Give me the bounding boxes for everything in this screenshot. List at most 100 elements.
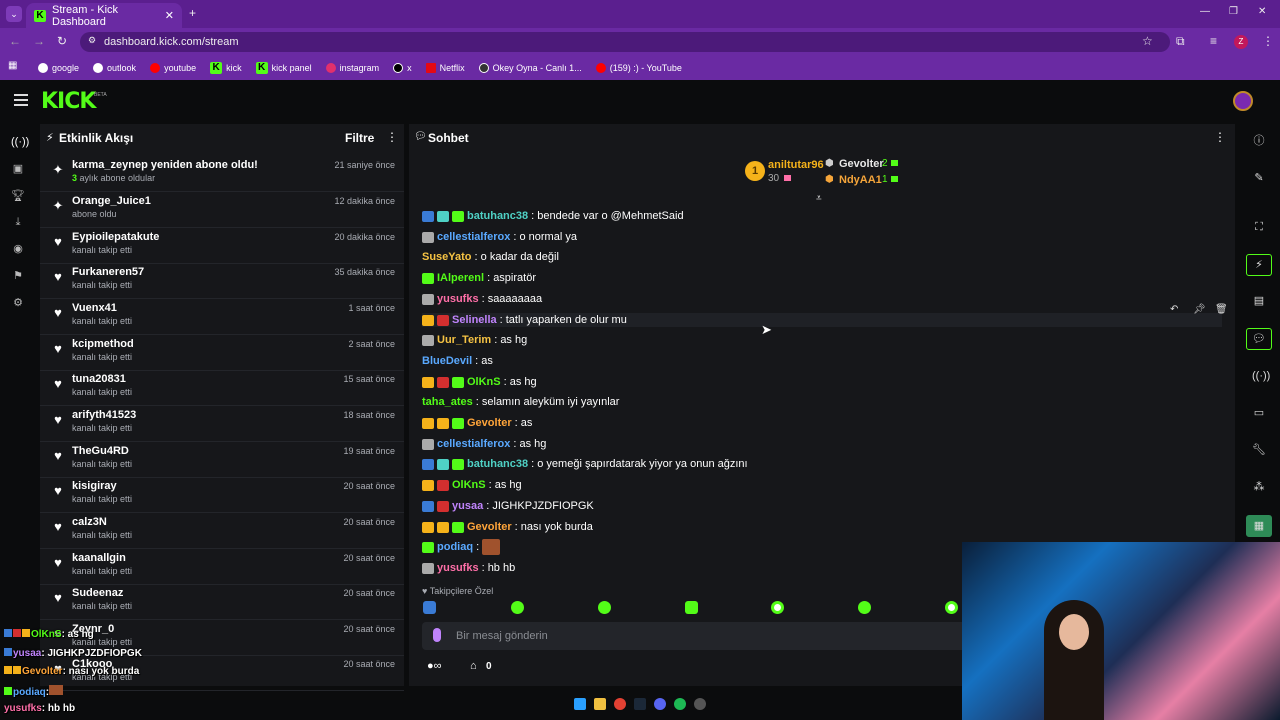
chat-toggle-icon[interactable]: 💬︎ xyxy=(1246,328,1272,350)
bookmark-okey[interactable]: Okey Oyna - Canlı 1... xyxy=(478,63,582,73)
event-username[interactable]: arifyth41523 xyxy=(72,409,136,421)
windows-start-icon[interactable] xyxy=(574,698,586,710)
activity-event[interactable]: ♥ Eypioilepatakute kanalı takip etti 20 … xyxy=(40,229,404,264)
broadcast-status-icon[interactable]: ((·)) xyxy=(1252,369,1270,383)
discord-icon[interactable] xyxy=(654,698,666,710)
chat-message[interactable]: Gevolter: nası yok burda xyxy=(422,520,593,534)
bookmark-instagram[interactable]: instagram xyxy=(325,63,379,73)
activity-event[interactable]: ✦ karma_zeynep yeniden abone oldu! 3 ayl… xyxy=(40,157,404,192)
community-icon[interactable]: ⚑ xyxy=(11,270,25,282)
event-username[interactable]: kaanallgin xyxy=(72,552,126,564)
filter-button[interactable]: Filtre xyxy=(345,131,374,145)
chat-username[interactable]: Gevolter xyxy=(467,417,512,429)
emote-icon[interactable] xyxy=(945,601,958,614)
chat-message-input[interactable]: Bir mesaj gönderin xyxy=(422,622,982,650)
chat-username[interactable]: cellestialferox xyxy=(437,231,510,243)
event-username[interactable]: Sudeenaz xyxy=(72,587,123,599)
activity-event[interactable]: ♥ tuna20831 kanalı takip etti 15 saat ön… xyxy=(40,371,404,406)
delete-icon[interactable]: 🗑︎ xyxy=(1215,304,1228,315)
activity-event[interactable]: ♥ calz3N kanalı takip etti 20 saat önce xyxy=(40,514,404,549)
event-username[interactable]: Furkaneren57 xyxy=(72,266,144,278)
top-gifter-name[interactable]: aniltutar96 xyxy=(768,159,824,171)
bookmark-kick-panel[interactable]: Kkick panel xyxy=(255,62,312,74)
layout-icon[interactable]: ▭ xyxy=(1252,406,1266,420)
chat-message[interactable]: cellestialferox: o normal ya xyxy=(422,230,577,244)
emote-icon[interactable] xyxy=(423,601,436,614)
chat-message[interactable]: yusufks: hb hb xyxy=(422,561,515,575)
infinity-points-icon[interactable]: ●∞ xyxy=(427,660,442,672)
bookmark-google[interactable]: google xyxy=(38,63,79,73)
apps-grid-icon[interactable]: ▦ xyxy=(8,61,18,71)
chat-username[interactable]: cellestialferox xyxy=(437,438,510,450)
steam-icon[interactable] xyxy=(634,698,646,710)
bookmark-kick[interactable]: Kkick xyxy=(210,62,242,74)
bookmark-outlook[interactable]: outlook xyxy=(93,63,136,73)
activity-event[interactable]: ♥ TheGu4RD kanalı takip etti 19 saat önc… xyxy=(40,443,404,478)
chat-message[interactable]: Uur_Terim: as hg xyxy=(422,333,527,347)
event-username[interactable]: karma_zeynep yeniden abone oldu! xyxy=(72,159,258,171)
chat-message[interactable]: yusaa: JIGHKPJZDFIOPGK xyxy=(422,499,594,513)
notes-icon[interactable]: ▤ xyxy=(1252,294,1266,308)
tab-search-button[interactable]: ⌄ xyxy=(6,6,22,22)
activity-event[interactable]: ♥ arifyth41523 kanalı takip etti 18 saat… xyxy=(40,407,404,442)
activity-event[interactable]: ♥ Furkaneren57 kanalı takip etti 35 daki… xyxy=(40,264,404,299)
url-bar[interactable]: dashboard.kick.com/stream xyxy=(80,32,1170,52)
emote-icon[interactable] xyxy=(858,601,871,614)
chat-username[interactable]: IAlperenl xyxy=(437,272,484,284)
activity-event[interactable]: ♥ kcipmethod kanalı takip etti 2 saat ön… xyxy=(40,336,404,371)
chrome-icon[interactable] xyxy=(614,698,626,710)
bookmark-youtube-159[interactable]: (159) :) - YouTube xyxy=(595,63,682,73)
chat-more-icon[interactable]: ⋮ xyxy=(1214,130,1226,144)
quick-actions-icon[interactable]: ⚡︎ xyxy=(1246,254,1272,276)
event-username[interactable]: Eypioilepatakute xyxy=(72,231,159,243)
broadcast-icon[interactable]: ((·)) xyxy=(11,136,29,148)
chat-username[interactable]: yusufks xyxy=(437,562,479,574)
collapse-leaderboard-icon[interactable]: ⩡ xyxy=(816,193,822,204)
emote-icon[interactable] xyxy=(685,601,698,614)
close-tab-icon[interactable]: ✕ xyxy=(165,9,174,22)
chat-message[interactable]: batuhanc38: o yemeği şapırdatarak yiyor … xyxy=(422,457,748,471)
bookmark-x[interactable]: x xyxy=(393,63,412,73)
site-info-icon[interactable]: ⚙ xyxy=(88,35,96,46)
chat-message[interactable]: OlKnS: as hg xyxy=(422,478,522,492)
emote-icon[interactable] xyxy=(598,601,611,614)
upload-icon[interactable]: ⤓ xyxy=(11,216,25,228)
event-username[interactable]: TheGu4RD xyxy=(72,445,129,457)
bookmark-star-icon[interactable]: ☆ xyxy=(1142,34,1153,48)
chat-username[interactable]: OlKnS xyxy=(467,376,501,388)
activity-event[interactable]: ♥ Vuenx41 kanalı takip etti 1 saat önce xyxy=(40,300,404,335)
event-username[interactable]: Orange_Juice1 xyxy=(72,195,151,207)
chat-username[interactable]: Gevolter xyxy=(467,521,512,533)
emote-icon[interactable] xyxy=(771,601,784,614)
bookmark-youtube[interactable]: youtube xyxy=(150,63,196,73)
chat-message[interactable]: SuseYato: o kadar da değil xyxy=(422,250,559,264)
bookmark-netflix[interactable]: Netflix xyxy=(425,63,465,73)
pin-icon[interactable]: 📌︎ xyxy=(1193,304,1206,315)
chat-username[interactable]: podiaq xyxy=(437,541,473,553)
app-tile-icon[interactable]: ▦ xyxy=(1246,515,1272,537)
chat-username[interactable]: BlueDevil xyxy=(422,355,472,367)
kick-logo[interactable]: KICK xyxy=(41,89,96,114)
chat-message[interactable]: batuhanc38: bendede var o @MehmetSaid xyxy=(422,209,684,223)
profile-avatar[interactable]: Z xyxy=(1234,35,1248,49)
hamburger-menu-icon[interactable] xyxy=(14,94,28,106)
spotify-icon[interactable] xyxy=(674,698,686,710)
edit-icon[interactable]: ✎ xyxy=(1252,171,1266,185)
event-username[interactable]: kcipmethod xyxy=(72,338,134,350)
chat-message[interactable]: podiaq: xyxy=(422,539,501,555)
obs-icon[interactable] xyxy=(694,698,706,710)
reply-icon[interactable]: ↶ xyxy=(1170,304,1178,315)
chat-message[interactable]: IAlperenl: aspiratör xyxy=(422,271,536,285)
event-username[interactable]: Vuenx41 xyxy=(72,302,117,314)
back-arrow-icon[interactable]: ← xyxy=(9,34,21,48)
browser-menu-icon[interactable]: ⋮ xyxy=(1262,34,1274,48)
reload-icon[interactable]: ↻ xyxy=(57,34,67,48)
chat-username[interactable]: Selinella xyxy=(452,314,497,326)
screenshot-icon[interactable]: ⛶ xyxy=(1252,220,1266,234)
store-icon[interactable]: ⌂ xyxy=(470,660,477,672)
browser-tab-kick-dashboard[interactable]: K Stream - Kick Dashboard ✕ xyxy=(26,3,182,28)
chat-username[interactable]: yusufks xyxy=(437,293,479,305)
chat-username[interactable]: yusaa xyxy=(452,500,483,512)
second-gifter-name[interactable]: Gevolter xyxy=(839,158,884,170)
dashboard-icon[interactable]: ▣ xyxy=(11,163,25,175)
